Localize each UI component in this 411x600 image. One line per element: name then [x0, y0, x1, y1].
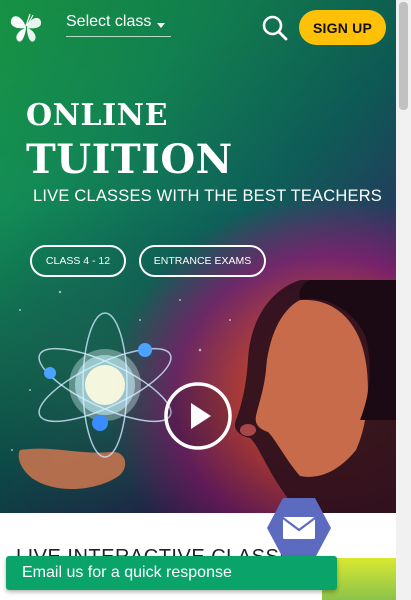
hero-banner: Select class SIGN UP ONLINE TUITION LIVE…: [0, 0, 396, 513]
hero-title-line1: ONLINE: [26, 98, 168, 133]
search-icon[interactable]: [261, 14, 289, 42]
class-select-value: Select class: [66, 13, 152, 30]
mail-icon[interactable]: [266, 497, 332, 559]
butterfly-logo-icon[interactable]: [8, 9, 44, 45]
hero-title-line2: TUITION: [26, 136, 233, 183]
play-icon[interactable]: [163, 381, 233, 451]
scrollbar-thumb[interactable]: [399, 2, 408, 110]
toast-text: Email us for a quick response: [22, 564, 232, 581]
class-select[interactable]: Select class: [66, 13, 171, 37]
signup-button[interactable]: SIGN UP: [299, 10, 386, 45]
chevron-down-icon: [157, 23, 165, 28]
entrance-exams-button[interactable]: ENTRANCE EXAMS: [139, 245, 266, 277]
email-toast[interactable]: Email us for a quick response: [6, 556, 337, 590]
class-4-12-button[interactable]: CLASS 4 - 12: [30, 245, 126, 277]
hero-subtitle: LIVE CLASSES WITH THE BEST TEACHERS: [33, 187, 383, 205]
